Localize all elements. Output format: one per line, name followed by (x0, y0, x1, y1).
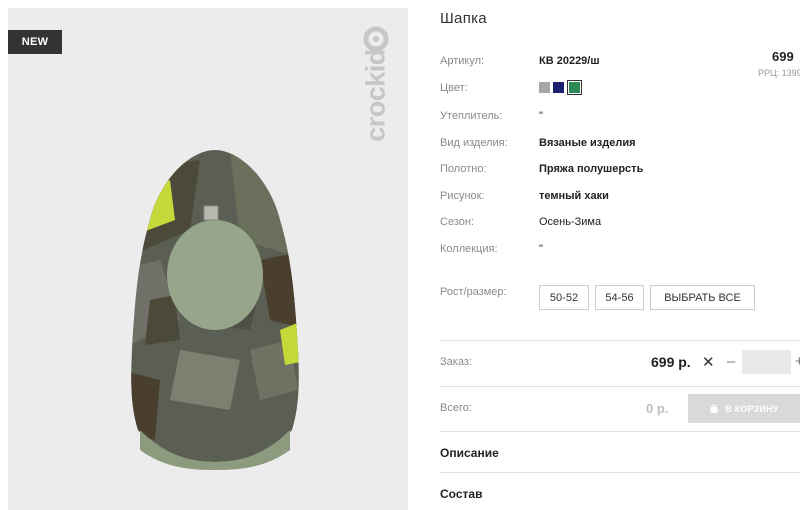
section-composition[interactable]: Состав (440, 487, 482, 501)
spec-label: Артикул: (440, 55, 485, 67)
new-badge: NEW (8, 30, 62, 54)
spec-label: Цвет: (440, 82, 468, 94)
cart-icon (710, 404, 718, 413)
brand-logo: crockid (356, 20, 396, 170)
recommended-retail-price: РРЦ: 1399 (758, 68, 800, 78)
total-label: Всего: (440, 402, 472, 414)
spec-label: Утеплитель: (440, 110, 503, 122)
brand-logo-text: crockid (360, 49, 391, 142)
order-price: 699 р. (651, 354, 691, 370)
spec-value: Пряжа полушерсть (539, 163, 644, 175)
divider (440, 431, 800, 432)
divider (440, 386, 800, 387)
times-icon: ✕ (702, 354, 715, 371)
divider (440, 340, 800, 341)
spec-label: Полотно: (440, 163, 487, 175)
spec-label: Коллекция: (440, 243, 498, 255)
divider (440, 472, 800, 473)
spec-label: Вид изделия: (440, 137, 508, 149)
spec-label: Рост/размер: (440, 286, 507, 298)
spec-value: " (539, 243, 543, 255)
size-option-54-56[interactable]: 54-56 (595, 285, 644, 310)
color-swatch-green-selected[interactable] (567, 80, 582, 95)
spec-value: Осень-Зима (539, 216, 602, 228)
order-label: Заказ: (440, 356, 472, 368)
spec-value: " (539, 110, 543, 122)
size-option-50-52[interactable]: 50-52 (539, 285, 589, 310)
price-top: 699 (772, 49, 794, 64)
spec-value: КВ 20229/ш (539, 55, 600, 67)
add-to-cart-label: В КОРЗИНУ (725, 403, 779, 414)
product-image (131, 150, 299, 470)
decrease-quantity-button[interactable]: – (727, 353, 735, 370)
increase-quantity-button[interactable]: + (795, 353, 800, 370)
spec-label: Рисунок: (440, 190, 485, 202)
color-swatch-gray[interactable] (539, 82, 550, 93)
section-description[interactable]: Описание (440, 446, 499, 460)
color-swatch-navy[interactable] (553, 82, 564, 93)
color-swatches (539, 80, 582, 95)
spec-value: Вязаные изделия (539, 137, 636, 149)
quantity-input[interactable] (742, 350, 791, 374)
product-title: Шапка (440, 10, 487, 27)
spec-label: Сезон: (440, 216, 474, 228)
spec-value: темный хаки (539, 190, 609, 202)
total-value: 0 р. (646, 401, 669, 416)
add-to-cart-button[interactable]: В КОРЗИНУ (688, 394, 800, 423)
select-all-button[interactable]: ВЫБРАТЬ ВСЕ (650, 285, 755, 310)
